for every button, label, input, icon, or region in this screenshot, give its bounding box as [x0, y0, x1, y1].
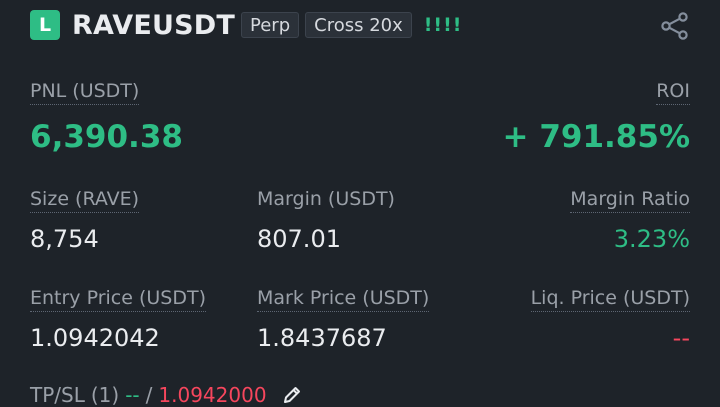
margin-value: 807.01: [257, 225, 341, 253]
tp-value: --: [125, 383, 140, 407]
roi-label[interactable]: ROI: [656, 79, 690, 105]
share-icon[interactable]: [660, 12, 690, 40]
tpsl-row: TP/SL (1) -- / 1.0942000: [30, 383, 303, 407]
pnl-label[interactable]: PNL (USDT): [30, 79, 140, 105]
position-header: L RAVEUSDT Perp Cross 20x !!!!: [30, 9, 462, 41]
margin-ratio-label[interactable]: Margin Ratio: [570, 187, 690, 213]
margin-ratio-value: 3.23%: [613, 225, 690, 253]
tpsl-separator: /: [145, 383, 153, 407]
size-label[interactable]: Size (RAVE): [30, 187, 140, 213]
pnl-value: 6,390.38: [30, 119, 183, 155]
roi-value: + 791.85%: [502, 119, 690, 155]
symbol-name[interactable]: RAVEUSDT: [72, 10, 235, 41]
mark-price-value: 1.8437687: [257, 324, 387, 352]
size-value: 8,754: [30, 225, 99, 253]
long-side-badge: L: [30, 10, 60, 40]
margin-mode-tag[interactable]: Cross 20x: [305, 12, 412, 38]
entry-price-value: 1.0942042: [30, 324, 160, 352]
sl-value: 1.0942000: [158, 383, 267, 407]
adl-strength-indicator: !!!!: [423, 14, 463, 36]
tpsl-label: TP/SL: [30, 383, 85, 407]
liq-price-label[interactable]: Liq. Price (USDT): [530, 286, 690, 312]
mark-price-label[interactable]: Mark Price (USDT): [257, 286, 430, 312]
tpsl-count: (1): [90, 383, 120, 407]
liq-price-value: --: [672, 324, 690, 352]
pencil-icon[interactable]: [281, 384, 303, 406]
entry-price-label[interactable]: Entry Price (USDT): [30, 286, 207, 312]
contract-type-tag: Perp: [241, 12, 300, 38]
margin-label: Margin (USDT): [257, 188, 395, 210]
